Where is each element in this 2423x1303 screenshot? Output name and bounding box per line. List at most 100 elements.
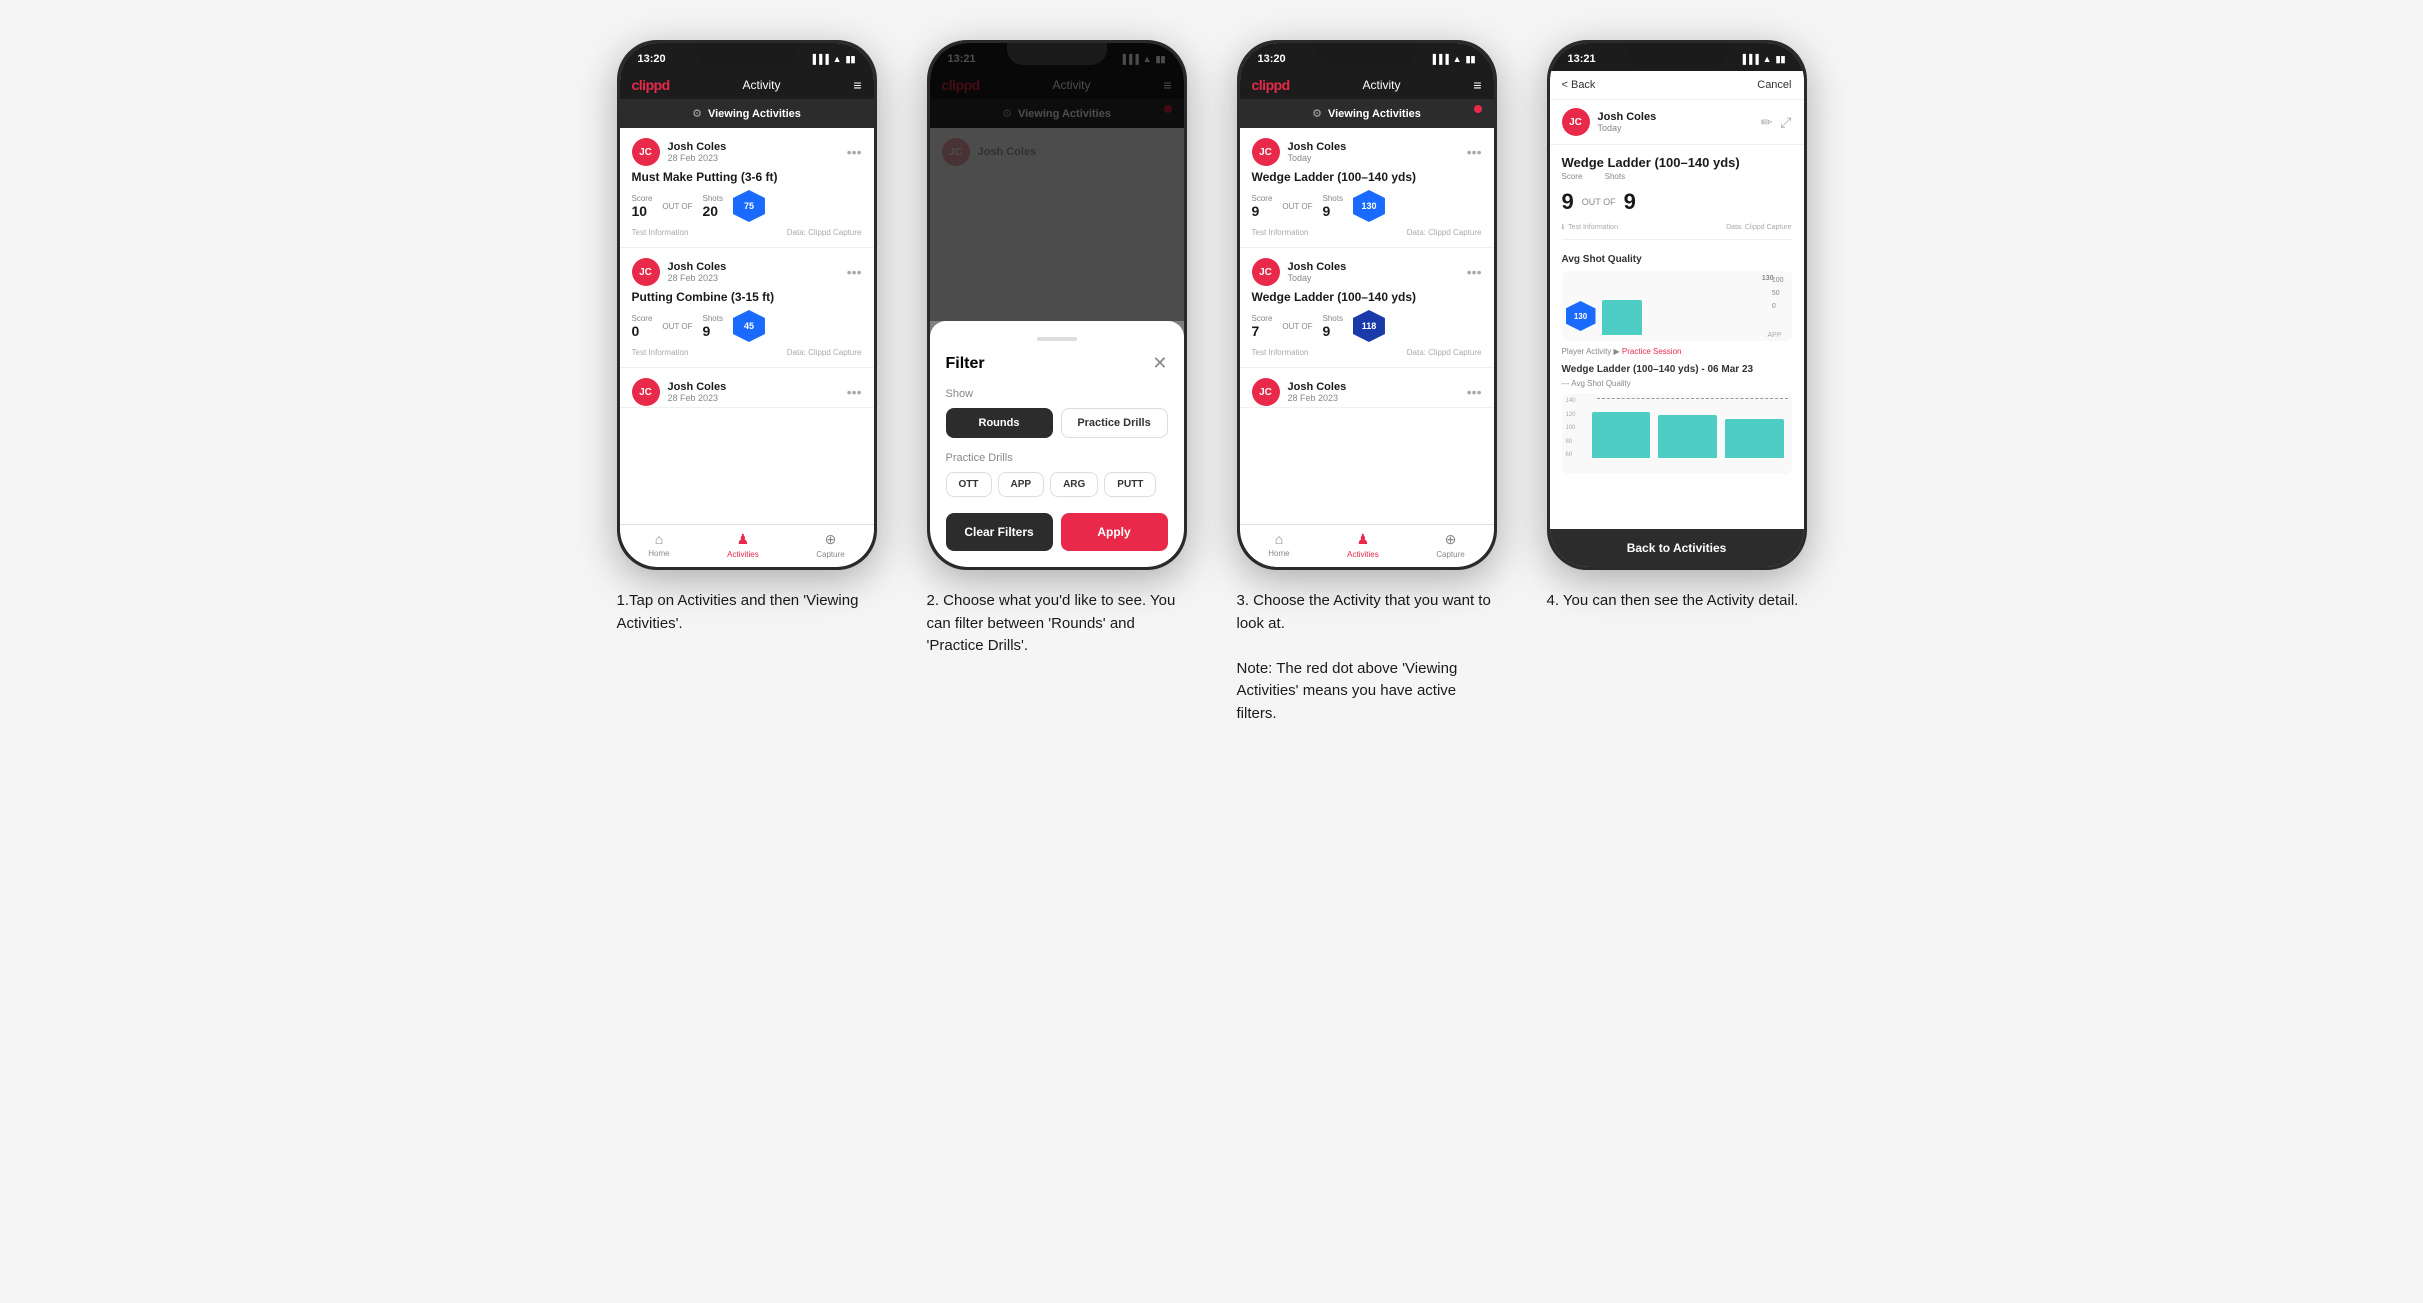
phone-column-1: 13:20 ▐▐▐ ▲ ▮▮ clippd Activity ≡ ⚙ Vie bbox=[607, 40, 887, 635]
nav-capture-3[interactable]: ⊕ Capture bbox=[1436, 531, 1464, 559]
screen-content-3: JC Josh Coles Today ••• Wedge Ladder (10… bbox=[1240, 128, 1494, 524]
filter-type-buttons: Rounds Practice Drills bbox=[946, 408, 1168, 438]
activity-card-3-3[interactable]: JC Josh Coles 28 Feb 2023 ••• bbox=[1240, 368, 1494, 408]
more-dots-1-1[interactable]: ••• bbox=[847, 144, 862, 160]
card-footer-1-1: Test Information Data: Clippd Capture bbox=[632, 228, 862, 237]
user-name-3-2: Josh Coles bbox=[1288, 261, 1347, 273]
activities-icon-3: ♟ bbox=[1357, 531, 1370, 548]
wifi-icon-3: ▲ bbox=[1453, 54, 1462, 64]
activity-card-3-1[interactable]: JC Josh Coles Today ••• Wedge Ladder (10… bbox=[1240, 128, 1494, 248]
phone-frame-3: 13:20 ▐▐▐ ▲ ▮▮ clippd Activity ≡ ⚙ Vie bbox=[1237, 40, 1497, 570]
score-val-3-1: 9 bbox=[1252, 203, 1273, 219]
modal-action-buttons: Clear Filters Apply bbox=[946, 513, 1168, 551]
user-info-1-3: JC Josh Coles 28 Feb 2023 bbox=[632, 378, 727, 406]
avg-line-4 bbox=[1597, 398, 1788, 399]
more-dots-3-1[interactable]: ••• bbox=[1467, 144, 1482, 160]
score-label-3-1: Score bbox=[1252, 194, 1273, 203]
shots-block-1-1: Shots 20 bbox=[702, 194, 722, 219]
activity-title-1-2: Putting Combine (3-15 ft) bbox=[632, 290, 862, 304]
user-date-3-3: 28 Feb 2023 bbox=[1288, 393, 1347, 403]
drill-putt-button[interactable]: PUTT bbox=[1104, 472, 1156, 497]
drill-app-button[interactable]: APP bbox=[998, 472, 1045, 497]
back-button-4[interactable]: < Back bbox=[1562, 79, 1596, 91]
edit-icon-4[interactable]: ✏ bbox=[1761, 114, 1773, 131]
drill-type-buttons: OTT APP ARG PUTT bbox=[946, 472, 1168, 497]
detail-content-4: Wedge Ladder (100–140 yds) Score Shots 9… bbox=[1550, 145, 1804, 525]
player-activity-label-4: Player Activity ▶ Practice Session bbox=[1562, 347, 1792, 356]
nav-home-3[interactable]: ⌂ Home bbox=[1268, 531, 1289, 559]
card-header-1-2: JC Josh Coles 28 Feb 2023 ••• bbox=[632, 258, 862, 286]
card-header-3-1: JC Josh Coles Today ••• bbox=[1252, 138, 1482, 166]
user-date-1-3: 28 Feb 2023 bbox=[668, 393, 727, 403]
drills-filter-button[interactable]: Practice Drills bbox=[1061, 408, 1168, 438]
drill-arg-button[interactable]: ARG bbox=[1050, 472, 1098, 497]
wifi-icon-4: ▲ bbox=[1763, 54, 1772, 64]
capture-label-1: Capture bbox=[816, 550, 844, 559]
nav-capture-1[interactable]: ⊕ Capture bbox=[816, 531, 844, 559]
settings-icon-3: ⚙ bbox=[1312, 107, 1322, 120]
detail-score-val-4: 9 bbox=[1562, 189, 1574, 215]
activity-title-1-1: Must Make Putting (3-6 ft) bbox=[632, 170, 862, 184]
score-val-1-1: 10 bbox=[632, 203, 653, 219]
chart-bar-4 bbox=[1602, 300, 1642, 335]
more-dots-3-3[interactable]: ••• bbox=[1467, 384, 1482, 400]
user-info-1-1: JC Josh Coles 28 Feb 2023 bbox=[632, 138, 727, 166]
viewing-banner-3[interactable]: ⚙ Viewing Activities bbox=[1240, 99, 1494, 128]
battery-icon-4: ▮▮ bbox=[1776, 54, 1786, 65]
nav-activities-3[interactable]: ♟ Activities bbox=[1347, 531, 1379, 559]
activity-card-1-2[interactable]: JC Josh Coles 28 Feb 2023 ••• Putting Co… bbox=[620, 248, 874, 368]
signal-icon-3: ▐▐▐ bbox=[1430, 54, 1449, 64]
nav-activities-1[interactable]: ♟ Activities bbox=[727, 531, 759, 559]
clear-filters-button[interactable]: Clear Filters bbox=[946, 513, 1053, 551]
more-dots-3-2[interactable]: ••• bbox=[1467, 264, 1482, 280]
activity-card-1-3[interactable]: JC Josh Coles 28 Feb 2023 ••• bbox=[620, 368, 874, 408]
info-text-1-1: Test Information bbox=[632, 228, 689, 237]
avg-quality-label-4: Avg Shot Quality bbox=[1562, 254, 1792, 265]
menu-icon-3[interactable]: ≡ bbox=[1473, 77, 1481, 93]
rounds-filter-button[interactable]: Rounds bbox=[946, 408, 1053, 438]
shots-label-3-1: Shots bbox=[1322, 194, 1342, 203]
apply-filter-button[interactable]: Apply bbox=[1061, 513, 1168, 551]
modal-close-button[interactable]: ✕ bbox=[1152, 353, 1167, 374]
shots-val-3-1: 9 bbox=[1322, 203, 1342, 219]
expand-icon-4[interactable]: ⤢ bbox=[1780, 114, 1791, 131]
data-source-1-1: Data: Clippd Capture bbox=[787, 228, 862, 237]
more-dots-1-2[interactable]: ••• bbox=[847, 264, 862, 280]
detail-action-icons-4: ✏ ⤢ bbox=[1761, 114, 1792, 131]
shots-block-3-1: Shots 9 bbox=[1322, 194, 1342, 219]
cancel-button-4[interactable]: Cancel bbox=[1757, 79, 1791, 91]
outof-3-2: OUT OF bbox=[1282, 322, 1312, 331]
activity-card-1-1[interactable]: JC Josh Coles 28 Feb 2023 ••• Must Make … bbox=[620, 128, 874, 248]
score-block-3-2: Score 7 bbox=[1252, 314, 1273, 339]
user-date-1-1: 28 Feb 2023 bbox=[668, 153, 727, 163]
caption-1: 1.Tap on Activities and then 'Viewing Ac… bbox=[617, 590, 877, 635]
test-info-4: ℹ Test Information Data: Clippd Capture bbox=[1562, 223, 1792, 231]
avatar-3-2: JC bbox=[1252, 258, 1280, 286]
nav-home-1[interactable]: ⌂ Home bbox=[648, 531, 669, 559]
avatar-1-2: JC bbox=[632, 258, 660, 286]
shots-val-3-2: 9 bbox=[1322, 323, 1342, 339]
viewing-banner-1[interactable]: ⚙ Viewing Activities bbox=[620, 99, 874, 128]
stats-row-3-2: Score 7 OUT OF Shots 9 118 bbox=[1252, 310, 1482, 342]
data-source-3-1: Data: Clippd Capture bbox=[1407, 228, 1482, 237]
quality-badge-3-1: 130 bbox=[1353, 190, 1385, 222]
more-dots-1-3[interactable]: ••• bbox=[847, 384, 862, 400]
stats-row-1-1: Score 10 OUT OF Shots 20 75 bbox=[632, 190, 862, 222]
bottom-nav-3: ⌂ Home ♟ Activities ⊕ Capture bbox=[1240, 524, 1494, 567]
battery-icon-3: ▮▮ bbox=[1466, 54, 1476, 65]
bar-2-4 bbox=[1658, 415, 1717, 459]
detail-user-date-4: Today bbox=[1598, 123, 1657, 133]
screen-content-1: JC Josh Coles 28 Feb 2023 ••• Must Make … bbox=[620, 128, 874, 524]
signal-icon: ▐▐▐ bbox=[810, 54, 829, 64]
activity-card-3-2[interactable]: JC Josh Coles Today ••• Wedge Ladder (10… bbox=[1240, 248, 1494, 368]
drill-title-4: Wedge Ladder (100–140 yds) bbox=[1562, 155, 1792, 170]
chart-x-label-4: APP bbox=[1767, 332, 1781, 339]
phone-frame-1: 13:20 ▐▐▐ ▲ ▮▮ clippd Activity ≡ ⚙ Vie bbox=[617, 40, 877, 570]
modal-header: Filter ✕ bbox=[946, 353, 1168, 374]
back-to-activities-button-4[interactable]: Back to Activities bbox=[1550, 529, 1804, 567]
quality-badge-1-1: 75 bbox=[733, 190, 765, 222]
menu-icon-1[interactable]: ≡ bbox=[853, 77, 861, 93]
drill-ott-button[interactable]: OTT bbox=[946, 472, 992, 497]
activity-title-3-2: Wedge Ladder (100–140 yds) bbox=[1252, 290, 1482, 304]
banner-text-3: Viewing Activities bbox=[1328, 108, 1421, 120]
